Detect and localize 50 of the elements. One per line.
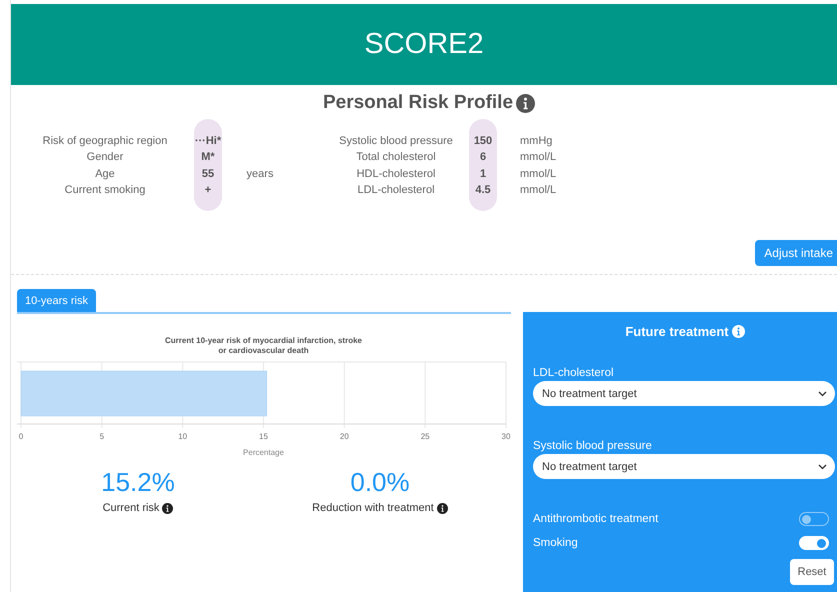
tick-label: 0 <box>18 432 24 442</box>
stat-label: Current risk <box>102 502 160 514</box>
info-icon[interactable] <box>436 502 448 514</box>
treatment-select[interactable]: No treatment target <box>533 381 835 406</box>
section-title: Personal Risk Profile <box>322 92 514 114</box>
axis-title: Percentage <box>243 448 284 458</box>
tick-label: 25 <box>420 432 430 442</box>
toggle-label: Smoking <box>533 537 578 550</box>
unit-label: mmol/L <box>520 150 557 166</box>
toggle-switch[interactable] <box>799 512 829 526</box>
tick-label: 5 <box>100 432 104 442</box>
tick-label: 10 <box>178 432 188 442</box>
app-title: SCORE2 <box>364 28 484 61</box>
chevron-down-icon <box>818 464 827 470</box>
field-label: Total cholesterol <box>355 150 437 166</box>
info-icon[interactable] <box>516 94 536 112</box>
treatment-select[interactable]: No treatment target <box>533 454 835 480</box>
field-value: 55 <box>202 166 214 182</box>
field-value: 1 <box>480 166 486 182</box>
panel-title: Future treatment <box>625 324 729 340</box>
select-label: Systolic blood pressure <box>533 440 653 452</box>
info-icon[interactable] <box>162 502 174 514</box>
chart-title: Current 10-year risk of myocardial infarction, stroke or cardiovascular death <box>165 336 362 356</box>
field-label: LDL-cholesterol <box>356 182 436 198</box>
toggle-label: Antithrombotic treatment <box>533 513 658 526</box>
field-label: Risk of geographic region <box>42 134 168 149</box>
field-value: ···Hi* <box>194 134 222 149</box>
field-label: Age <box>94 166 116 182</box>
unit-label: mmol/L <box>520 182 557 198</box>
field-label: HDL-cholesterol <box>356 166 436 182</box>
field-label: Gender <box>86 150 124 166</box>
field-value: 4.5 <box>475 182 491 198</box>
unit-label: mmol/L <box>520 166 557 182</box>
field-label: Systolic blood pressure <box>338 134 454 149</box>
field-label: Current smoking <box>64 182 146 198</box>
select-label: LDL-cholesterol <box>533 367 615 380</box>
stat-value: 15.2% <box>101 467 175 498</box>
field-value: 150 <box>474 134 492 149</box>
unit-label: years <box>246 166 274 182</box>
unit-label: mmHg <box>520 134 554 149</box>
field-value: M* <box>201 150 215 166</box>
stat-value: 0.0% <box>350 467 410 498</box>
field-value: + <box>204 182 212 198</box>
tick-label: 30 <box>502 432 510 442</box>
field-value: 6 <box>480 150 486 166</box>
reset-button[interactable]: Reset <box>790 559 834 586</box>
tick-label: 15 <box>259 432 268 442</box>
stat-label: Reduction with treatment <box>312 502 434 514</box>
chevron-down-icon <box>818 390 827 397</box>
tick-label: 20 <box>340 432 349 442</box>
